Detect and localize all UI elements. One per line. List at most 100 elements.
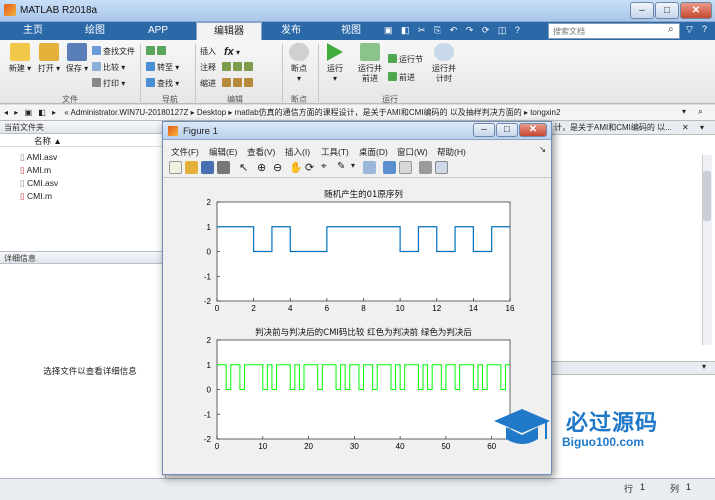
- save-button[interactable]: 保存 ▾: [62, 43, 92, 74]
- pointer-icon[interactable]: ↖: [239, 161, 252, 174]
- figure-close-button[interactable]: ✕: [519, 123, 547, 137]
- insert-button[interactable]: 插入: [200, 46, 216, 58]
- file-item[interactable]: ▯ AMI.m: [20, 164, 51, 176]
- menu-file[interactable]: 文件(F): [171, 146, 199, 158]
- run-section-icon: [388, 54, 397, 63]
- find-button[interactable]: 查找 ▾: [146, 78, 179, 90]
- compare-button[interactable]: 比较 ▾: [92, 62, 125, 74]
- file-item[interactable]: ▯ CMI.m: [20, 190, 52, 202]
- tab-editor[interactable]: 编辑器: [196, 22, 262, 40]
- zoom-in-icon[interactable]: ⊕: [257, 161, 270, 174]
- figure-minimize-button[interactable]: –: [473, 123, 495, 137]
- group-label-breakpoints: 断点: [291, 95, 307, 104]
- scrollbar-thumb[interactable]: [703, 171, 711, 221]
- menu-dock-icon[interactable]: ↘: [539, 144, 546, 155]
- legend-icon[interactable]: [399, 161, 412, 174]
- figure-maximize-button[interactable]: □: [496, 123, 518, 137]
- menu-view[interactable]: 查看(V): [247, 146, 275, 158]
- group-label-file: 文件: [62, 95, 78, 104]
- nav-back-button[interactable]: [146, 46, 168, 58]
- address-dropdown-icon[interactable]: ▾: [682, 107, 686, 116]
- brush-icon[interactable]: ✎: [337, 161, 350, 174]
- run-advance-button[interactable]: 运行并 前进: [354, 43, 386, 84]
- advance-button[interactable]: 前进: [388, 72, 415, 84]
- advance-icon: [388, 72, 397, 81]
- x-tick-label: 0: [215, 304, 220, 313]
- run-section-button[interactable]: 运行节: [388, 54, 423, 66]
- editor-tab[interactable]: 计，是关于AMI和CMI编码的 以...: [552, 121, 715, 135]
- find-files-button[interactable]: 查找文件: [92, 46, 135, 58]
- command-window-menu-icon[interactable]: ▾: [702, 362, 706, 371]
- breakpoints-button[interactable]: 断点 ▾: [284, 43, 314, 84]
- group-separator: [195, 44, 196, 102]
- data-cursor-icon[interactable]: ⌖: [321, 161, 334, 174]
- y-tick-label: -2: [204, 435, 212, 444]
- axes-bottom[interactable]: 判决前与判决后的CMI码比较 红色为判决前 绿色为判决后0 10 20 30 40 50 6…: [204, 327, 511, 451]
- goto-button[interactable]: 转至 ▾: [146, 62, 179, 74]
- x-tick-label: 6: [325, 304, 330, 313]
- quick-access-toolbar[interactable]: ▣ ◧ ✂ ⎘ ↶ ↷ ⟳ ◫ ?: [384, 25, 523, 36]
- rotate-icon[interactable]: ⟳: [305, 161, 318, 174]
- indent-icons[interactable]: [222, 78, 255, 90]
- x-tick-label: 30: [350, 442, 359, 451]
- name-column-header[interactable]: 名称 ▲: [0, 135, 166, 147]
- expand-icon[interactable]: ▽: [686, 24, 693, 35]
- zoom-out-icon[interactable]: ⊖: [273, 161, 286, 174]
- tab-plots[interactable]: 绘图: [64, 22, 126, 40]
- tab-view[interactable]: 视图: [322, 22, 380, 40]
- window-title: MATLAB R2018a: [20, 5, 98, 16]
- editor-menu-icon[interactable]: ▾: [700, 123, 704, 132]
- pan-icon[interactable]: ✋: [289, 161, 303, 174]
- new-figure-icon[interactable]: [169, 161, 182, 174]
- minimize-button[interactable]: –: [630, 2, 654, 19]
- menu-edit[interactable]: 编辑(E): [209, 146, 237, 158]
- x-tick-label: 16: [506, 304, 515, 313]
- row-value: 1: [640, 482, 646, 492]
- m-file-icon: ▯: [20, 165, 27, 175]
- menu-desktop[interactable]: 桌面(D): [359, 146, 388, 158]
- hide-plot-tools-icon[interactable]: [419, 161, 432, 174]
- fx-button[interactable]: fx ▾: [224, 46, 240, 58]
- tab-apps[interactable]: APP: [128, 22, 188, 40]
- search-icon[interactable]: ⌕: [668, 24, 674, 35]
- menu-insert[interactable]: 插入(I): [285, 146, 310, 158]
- maximize-button[interactable]: □: [655, 2, 679, 19]
- tab-publish[interactable]: 发布: [262, 22, 320, 40]
- menu-tools[interactable]: 工具(T): [321, 146, 349, 158]
- figure-toolbar: ↖ ⊕ ⊖ ✋ ⟳ ⌖ ✎ ▾: [163, 158, 551, 178]
- run-advance-icon: [360, 43, 380, 61]
- indent-button[interactable]: 缩进: [200, 78, 216, 90]
- file-item[interactable]: ▯ AMI.asv: [20, 151, 57, 163]
- menu-help[interactable]: 帮助(H): [437, 146, 466, 158]
- comment-button[interactable]: 注释: [200, 62, 216, 74]
- run-button[interactable]: 运行 ▾: [320, 43, 350, 84]
- show-plot-tools-icon[interactable]: [435, 161, 448, 174]
- title-bar: [0, 0, 715, 22]
- menu-window[interactable]: 窗口(W): [397, 146, 428, 158]
- new-button[interactable]: 新建 ▾: [5, 43, 35, 74]
- run-and-time-button[interactable]: 运行并 计时: [428, 43, 460, 84]
- print-button[interactable]: 打印 ▾: [92, 78, 125, 90]
- help-icon[interactable]: ?: [702, 24, 707, 34]
- close-button[interactable]: ✕: [680, 2, 712, 19]
- open-file-icon[interactable]: [185, 161, 198, 174]
- file-item[interactable]: ▯ CMI.asv: [20, 177, 58, 189]
- search-input[interactable]: 搜索文档: [548, 23, 680, 39]
- x-tick-label: 0: [215, 442, 220, 451]
- open-button[interactable]: 打开 ▾: [34, 43, 64, 74]
- comment-icons[interactable]: [222, 62, 255, 74]
- y-tick-label: 2: [207, 198, 212, 207]
- print-figure-icon[interactable]: [217, 161, 230, 174]
- axes-title: 判决前与判决后的CMI码比较 红色为判决前 绿色为判决后: [255, 327, 472, 338]
- axes-top[interactable]: 随机产生的01原序列0 2 4 6 8 10 12 14 16-2-1012: [204, 189, 515, 313]
- colorbar-icon[interactable]: [383, 161, 396, 174]
- link-plot-icon[interactable]: [363, 161, 376, 174]
- x-tick-label: 12: [432, 304, 441, 313]
- current-folder-path[interactable]: « Administrator.WIN7U-20180127Z ▸ Deskto…: [64, 108, 560, 117]
- address-bar[interactable]: ◂ ▸ ▣ ◧ ▸ « Administrator.WIN7U-20180127…: [0, 105, 715, 121]
- editor-close-icon[interactable]: ✕: [682, 123, 689, 132]
- nav-arrows[interactable]: ◂ ▸ ▣ ◧ ▸: [4, 108, 58, 117]
- tab-home[interactable]: 主页: [4, 22, 62, 40]
- save-figure-icon[interactable]: [201, 161, 214, 174]
- browse-icon[interactable]: ⌕: [698, 106, 703, 117]
